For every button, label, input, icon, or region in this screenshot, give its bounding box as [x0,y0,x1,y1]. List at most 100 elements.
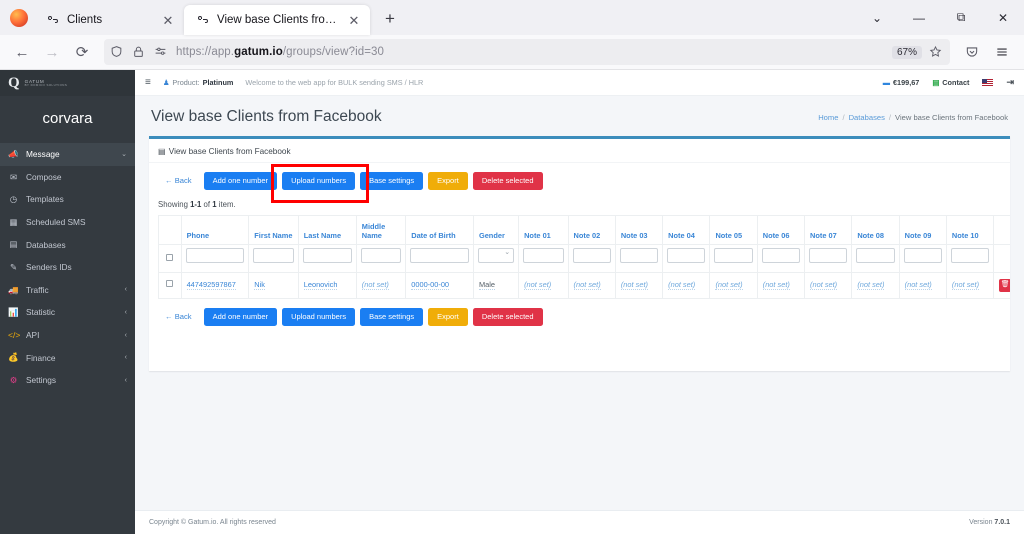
add-one-number-button[interactable]: Add one number [203,172,278,190]
sidebar-item-statistic[interactable]: 📊 Statistic ‹ [0,301,135,324]
cell-note-09: (not set) [898,272,947,299]
column-header-first-name[interactable]: First Name [248,214,299,245]
upload-numbers-button[interactable]: Upload numbers [282,172,356,190]
base-settings-button-bottom[interactable]: Base settings [360,308,424,326]
column-header-last-name[interactable]: Last Name [297,214,357,245]
app-footer: Copyright © Gatum.io. All rights reserve… [135,510,1024,534]
lock-icon[interactable] [132,45,147,60]
breadcrumb-databases[interactable]: Databases [849,113,885,122]
delete-selected-button-bottom[interactable]: Delete selected [472,308,543,326]
sidebar-item-templates[interactable]: ◷ Templates [0,188,135,211]
add-one-number-button-bottom[interactable]: Add one number [203,308,278,326]
new-tab-button[interactable]: + [376,5,404,33]
delete-selected-button[interactable]: Delete selected [472,172,543,190]
base-settings-button[interactable]: Base settings [360,172,424,190]
column-header-note-02[interactable]: Note 02 [567,214,616,245]
pocket-icon[interactable] [958,38,986,66]
balance-indicator[interactable]: ▬ €199,67 [883,78,920,87]
filter-input-note-08[interactable] [856,248,895,263]
maximize-button[interactable]: ⧉ [940,0,982,35]
column-header-note-03[interactable]: Note 03 [614,214,664,245]
back-link[interactable]: ← Back [158,176,199,185]
column-header-phone[interactable]: Phone [180,214,250,245]
sidebar-item-settings[interactable]: ⚙ Settings ‹ [0,369,135,392]
sidebar-toggle-icon[interactable]: ≡ [145,77,151,88]
export-button-bottom[interactable]: Export [428,308,468,326]
column-header-note-06[interactable]: Note 06 [756,214,806,245]
sidebar-item-message[interactable]: 📣 Message ⌄ [0,143,135,166]
browser-tab-clients[interactable]: Clients ✕ [34,5,184,35]
sidebar-item-compose[interactable]: ✉ Compose [0,166,135,189]
sidebar-item-api[interactable]: </> API ‹ [0,324,135,347]
column-header-date-of-birth[interactable]: Date of Birth [405,214,474,245]
trash-icon[interactable]: 🗑 [999,279,1010,292]
hamburger-icon[interactable] [988,38,1016,66]
filter-input-note-07[interactable] [809,248,848,263]
reload-button[interactable]: ⟳ [68,38,96,66]
contact-link[interactable]: ▤ Contact [932,78,969,87]
column-header-note-01[interactable]: Note 01 [518,214,569,245]
data-table-wrapper[interactable]: Phone First Name Last Name Middle Name D… [149,214,1010,299]
row-checkbox[interactable] [166,280,174,287]
cell-note-02: (not set) [567,272,616,299]
column-header-note-05[interactable]: Note 05 [709,214,758,245]
filter-input-phone[interactable] [185,248,245,263]
us-flag-icon[interactable] [982,79,994,86]
filter-cell-note-07 [804,244,853,273]
shield-icon[interactable] [110,45,125,60]
sidebar-item-label: API [26,330,40,341]
filter-input-note-03[interactable] [619,248,659,263]
sidebar-item-finance[interactable]: 💰 Finance ‹ [0,346,135,369]
address-bar[interactable]: https://app.gatum.io/groups/view?id=30 6… [104,39,950,65]
upload-numbers-button-bottom[interactable]: Upload numbers [282,308,356,326]
back-link-bottom[interactable]: ← Back [158,312,199,321]
select-all-checkbox[interactable] [166,254,174,261]
filter-cell-first-name [248,244,299,273]
close-icon[interactable]: ✕ [160,12,176,28]
filter-select-gender[interactable] [477,248,515,263]
logout-icon[interactable]: ⇥ [1006,77,1014,88]
filter-input-date-of-birth[interactable] [410,248,469,263]
column-header-note-09[interactable]: Note 09 [898,214,947,245]
table-row[interactable]: 447492597867 Nik Leonovich (not set) 000… [158,272,1010,299]
column-header-note-08[interactable]: Note 08 [851,214,900,245]
filter-input-note-02[interactable] [572,248,611,263]
wallet-icon: ▬ [882,78,890,87]
minimize-button[interactable]: — [898,0,940,35]
filter-input-note-01[interactable] [523,248,564,263]
sidebar-item-senders-ids[interactable]: ✎ Senders IDs [0,256,135,279]
sliders-icon[interactable] [154,45,169,60]
filter-input-note-10[interactable] [950,248,990,263]
forward-button[interactable]: → [38,38,66,66]
column-header-note-07[interactable]: Note 07 [804,214,853,245]
breadcrumb-home[interactable]: Home [818,113,838,122]
export-button[interactable]: Export [428,172,468,190]
browser-tab-view-base[interactable]: View base Clients from Faceboo ✕ [184,5,370,35]
column-header-note-04[interactable]: Note 04 [662,214,711,245]
column-header-gender[interactable]: Gender [472,214,520,245]
star-icon[interactable] [929,45,944,60]
brand-logo[interactable]: Q GATUM BY DOMICO SOLUTIONS [0,70,135,96]
close-window-button[interactable]: ✕ [982,0,1024,35]
sidebar-item-databases[interactable]: ▤ Databases [0,233,135,256]
filter-input-note-09[interactable] [903,248,942,263]
column-header-middle-name[interactable]: Middle Name [355,214,407,245]
close-icon[interactable]: ✕ [346,12,362,28]
filter-cell-note-10 [945,244,995,273]
sidebar-item-scheduled-sms[interactable]: ▦ Scheduled SMS [0,211,135,234]
list-all-tabs-icon[interactable]: ⌄ [856,0,898,35]
back-button[interactable]: ← [8,38,36,66]
filter-input-first-name[interactable] [253,248,294,263]
filter-cell-middle-name [355,244,407,273]
clients-table: Phone First Name Last Name Middle Name D… [158,214,1010,299]
column-header-note-10[interactable]: Note 10 [945,214,995,245]
sidebar-nav: 📣 Message ⌄ ✉ Compose ◷ Templates ▦ Sche… [0,143,135,392]
filter-input-middle-name[interactable] [360,248,402,263]
filter-input-note-06[interactable] [761,248,801,263]
zoom-level-badge[interactable]: 67% [891,45,922,59]
filter-input-last-name[interactable] [302,248,352,263]
sidebar-item-traffic[interactable]: 🚚 Traffic ‹ [0,279,135,302]
filter-input-note-04[interactable] [667,248,706,263]
filter-input-note-05[interactable] [714,248,753,263]
feather-icon: ✎ [9,262,18,273]
